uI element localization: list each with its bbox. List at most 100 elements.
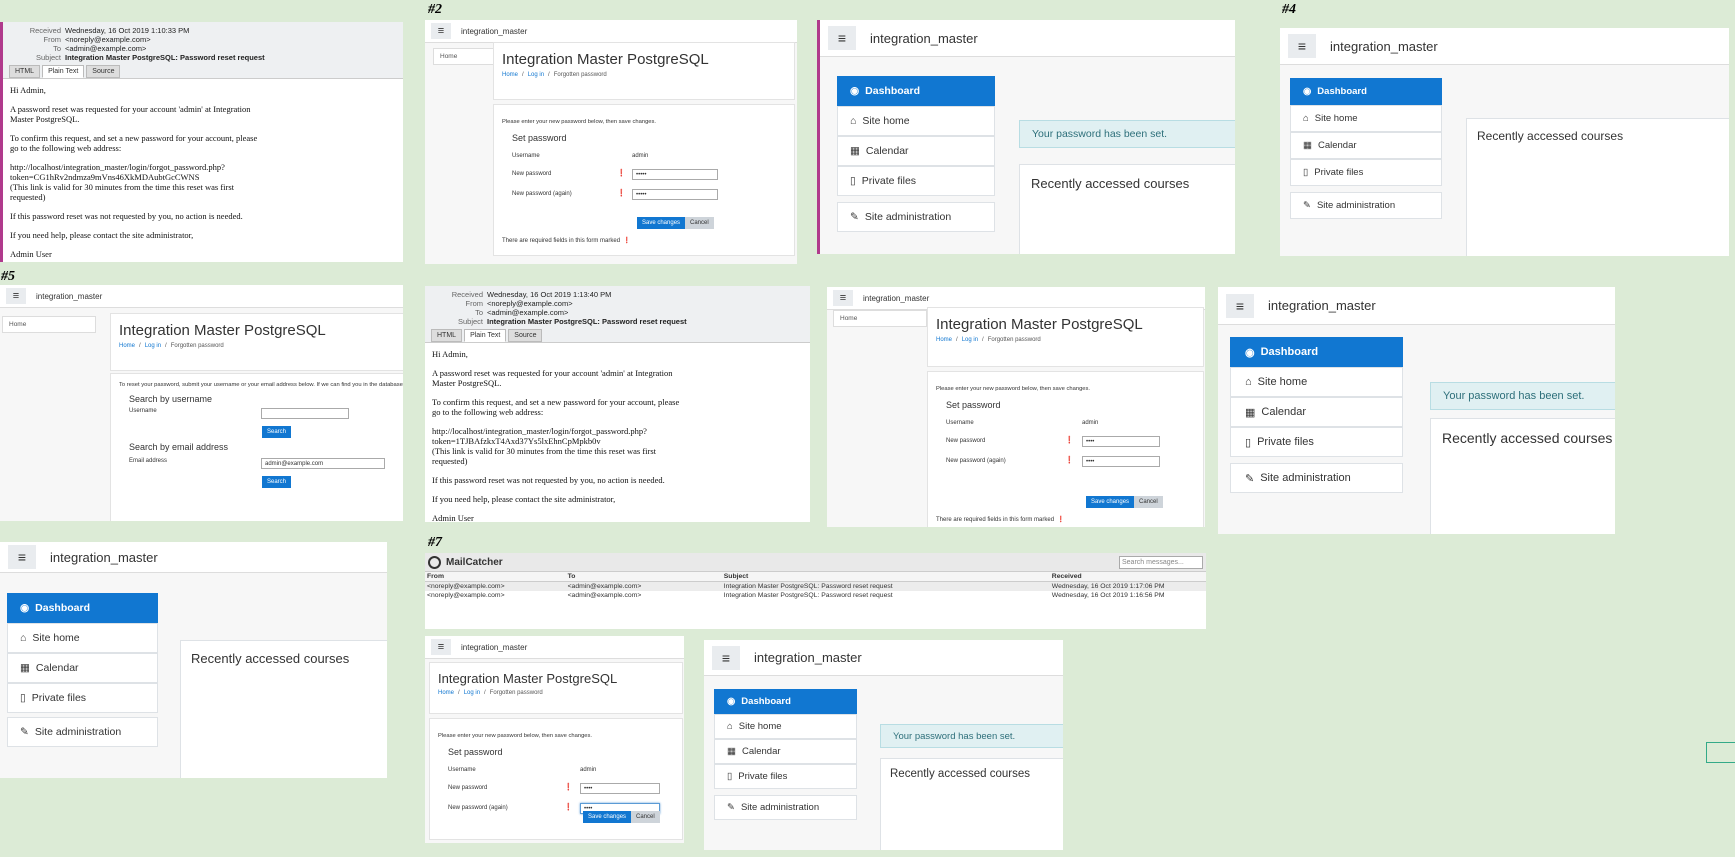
table-row[interactable]: <noreply@example.com> <admin@example.com>… bbox=[425, 581, 1206, 591]
menu-toggle-icon[interactable]: ≡ bbox=[431, 23, 451, 39]
breadcrumb-home[interactable]: Home bbox=[119, 343, 135, 349]
sidebar-item-dashboard[interactable]: ◉ Dashboard bbox=[714, 689, 857, 714]
site-brand[interactable]: integration_master bbox=[1330, 39, 1438, 54]
calendar-icon: ▦ bbox=[20, 662, 30, 674]
tab-html[interactable]: HTML bbox=[9, 65, 41, 78]
email-input[interactable]: admin@example.com bbox=[261, 458, 385, 469]
sidebar-item-site-home[interactable]: ⌂ Site home bbox=[1230, 367, 1403, 397]
new-password-again-input[interactable]: •••• bbox=[1082, 456, 1160, 467]
menu-toggle-icon[interactable]: ≡ bbox=[833, 290, 853, 306]
new-password-input[interactable]: •••• bbox=[1082, 436, 1160, 447]
menu-toggle-icon[interactable]: ≡ bbox=[6, 288, 26, 304]
home-icon: ⌂ bbox=[20, 632, 27, 644]
username-label: Username bbox=[129, 408, 157, 414]
email-meta-value: <noreply@example.com> bbox=[487, 299, 573, 308]
site-brand[interactable]: integration_master bbox=[1268, 298, 1376, 313]
form-rows: Username admin New password ❗ •••• New passwo… bbox=[928, 420, 1203, 478]
email-paragraph: To confirm this request, and set a new p… bbox=[10, 133, 258, 153]
username-input[interactable] bbox=[261, 408, 349, 419]
search-form: To reset your password, submit your user… bbox=[110, 373, 403, 521]
menu-toggle-icon[interactable]: ≡ bbox=[8, 545, 36, 569]
cell-received: Wednesday, 16 Oct 2019 1:17:06 PM bbox=[1049, 581, 1206, 591]
sidebar-item-dashboard[interactable]: ◉ Dashboard bbox=[1290, 78, 1442, 105]
form-legend: Set password bbox=[448, 747, 503, 757]
mailcatcher-header: MailCatcher Search messages... bbox=[425, 553, 1206, 572]
sidebar-item-site-administration[interactable]: ✎ Site administration bbox=[1230, 463, 1403, 493]
recently-accessed-courses-block: Recently accessed courses bbox=[180, 640, 387, 778]
breadcrumb-login[interactable]: Log in bbox=[962, 337, 978, 343]
sidebar-home-link[interactable]: Home bbox=[2, 316, 96, 333]
home-icon: ⌂ bbox=[727, 721, 733, 732]
breadcrumb-home[interactable]: Home bbox=[502, 72, 518, 78]
block-title: Recently accessed courses bbox=[1477, 129, 1624, 143]
sidebar-item-private-files[interactable]: ▯ Private files bbox=[714, 764, 857, 789]
required-icon: ❗ bbox=[617, 170, 626, 177]
email-viewer: Received Wednesday, 16 Oct 2019 1:13:40 P… bbox=[425, 286, 810, 522]
tab-plain-text[interactable]: Plain Text bbox=[464, 329, 507, 342]
sidebar-item-site-home[interactable]: ⌂ Site home bbox=[837, 106, 995, 136]
tab-html[interactable]: HTML bbox=[431, 329, 463, 342]
search-email-button[interactable]: Search bbox=[262, 476, 292, 488]
breadcrumb-login[interactable]: Log in bbox=[528, 72, 544, 78]
page-title: Integration Master PostgreSQL bbox=[936, 316, 1143, 333]
sidebar-item-calendar[interactable]: ▦ Calendar bbox=[7, 653, 158, 683]
site-brand[interactable]: integration_master bbox=[870, 31, 978, 46]
sidebar-item-site-home[interactable]: ⌂ Site home bbox=[1290, 105, 1442, 132]
table-row[interactable]: <noreply@example.com> <admin@example.com>… bbox=[425, 591, 1206, 600]
column-header: Subject bbox=[721, 572, 1050, 582]
sidebar-item-dashboard[interactable]: ◉ Dashboard bbox=[837, 76, 995, 106]
site-brand[interactable]: integration_master bbox=[461, 643, 527, 652]
cancel-button[interactable]: Cancel bbox=[1134, 496, 1163, 508]
site-brand[interactable]: integration_master bbox=[36, 292, 102, 301]
new-password-again-input[interactable]: ••••• bbox=[632, 189, 718, 200]
tab-source[interactable]: Source bbox=[508, 329, 543, 342]
tab-plain-text[interactable]: Plain Text bbox=[42, 65, 85, 78]
sidebar-item-calendar[interactable]: ▦ Calendar bbox=[714, 739, 857, 764]
breadcrumb-login[interactable]: Log in bbox=[464, 690, 480, 696]
sidebar-item-private-files[interactable]: ▯ Private files bbox=[1230, 427, 1403, 457]
email-meta-row: Received Wednesday, 16 Oct 2019 1:13:40 P… bbox=[431, 290, 804, 299]
site-brand[interactable]: integration_master bbox=[461, 27, 527, 36]
sidebar-item-dashboard[interactable]: ◉ Dashboard bbox=[7, 593, 158, 623]
sidebar-item-calendar[interactable]: ▦ Calendar bbox=[1290, 132, 1442, 159]
sidebar-item-site-home[interactable]: ⌂ Site home bbox=[7, 623, 158, 653]
new-password-input[interactable]: •••• bbox=[580, 783, 660, 794]
new-password-input[interactable]: ••••• bbox=[632, 169, 718, 180]
email-paragraph: Hi Admin, bbox=[432, 349, 468, 359]
sidebar-item-calendar[interactable]: ▦ Calendar bbox=[1230, 397, 1403, 427]
sidebar-item-private-files[interactable]: ▯ Private files bbox=[837, 166, 995, 196]
breadcrumb-home[interactable]: Home bbox=[438, 690, 454, 696]
breadcrumb-login[interactable]: Log in bbox=[145, 343, 161, 349]
tab-source[interactable]: Source bbox=[86, 65, 121, 78]
site-brand[interactable]: integration_master bbox=[754, 650, 862, 665]
sidebar-item-dashboard[interactable]: ◉ Dashboard bbox=[1230, 337, 1403, 367]
sidebar-item-calendar[interactable]: ▦ Calendar bbox=[837, 136, 995, 166]
sidebar-item-site-home[interactable]: ⌂ Site home bbox=[714, 714, 857, 739]
menu-toggle-icon[interactable]: ≡ bbox=[828, 26, 856, 50]
cancel-button[interactable]: Cancel bbox=[685, 217, 714, 229]
sidebar-item-site-administration[interactable]: ✎ Site administration bbox=[7, 717, 158, 747]
menu-toggle-icon[interactable]: ≡ bbox=[712, 645, 740, 670]
breadcrumb-home[interactable]: Home bbox=[936, 337, 952, 343]
site-brand[interactable]: integration_master bbox=[50, 550, 158, 565]
sidebar-item-label: Site home bbox=[1257, 376, 1308, 388]
search-username-button[interactable]: Search bbox=[262, 426, 292, 438]
menu-toggle-icon[interactable]: ≡ bbox=[1226, 293, 1254, 318]
save-changes-button[interactable]: Save changes bbox=[1086, 496, 1135, 508]
sidebar-item-private-files[interactable]: ▯ Private files bbox=[7, 683, 158, 713]
email-meta-key: To bbox=[475, 308, 483, 317]
search-input[interactable]: Search messages... bbox=[1119, 555, 1203, 569]
cancel-button[interactable]: Cancel bbox=[631, 811, 660, 823]
site-brand[interactable]: integration_master bbox=[863, 294, 929, 303]
sidebar-item-site-administration[interactable]: ✎ Site administration bbox=[714, 795, 857, 820]
sidebar-item-site-administration[interactable]: ✎ Site administration bbox=[1290, 192, 1442, 219]
save-changes-button[interactable]: Save changes bbox=[583, 811, 632, 823]
menu-toggle-icon[interactable]: ≡ bbox=[431, 639, 451, 655]
required-icon: ❗ bbox=[564, 784, 573, 791]
save-changes-button[interactable]: Save changes bbox=[637, 217, 686, 229]
sidebar-item-site-administration[interactable]: ✎ Site administration bbox=[837, 202, 995, 232]
sidebar-home-link[interactable]: Home bbox=[833, 310, 927, 327]
mailcatcher-logo-icon bbox=[428, 555, 441, 569]
sidebar-item-private-files[interactable]: ▯ Private files bbox=[1290, 159, 1442, 186]
menu-toggle-icon[interactable]: ≡ bbox=[1288, 34, 1316, 58]
